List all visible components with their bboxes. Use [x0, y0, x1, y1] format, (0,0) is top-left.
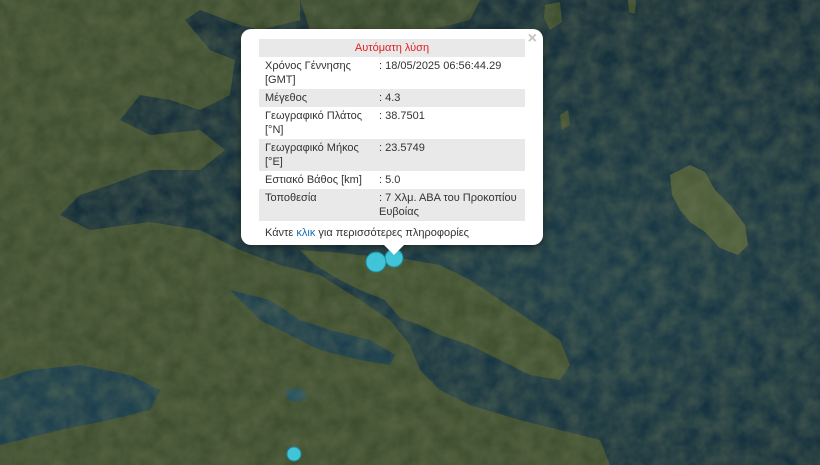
close-icon[interactable]: ×: [528, 31, 537, 47]
earthquake-popup: × Αυτόματη λύση Χρόνος Γέννησης [GMT] : …: [241, 29, 543, 255]
location-value: : 7 Χλμ. ΑΒΑ του Προκοπίου Ευβοίας: [375, 189, 525, 221]
origin-time-value: : 18/05/2025 06:56:44.29: [379, 60, 502, 72]
table-row: Χρόνος Γέννησης [GMT] : 18/05/2025 06:56…: [259, 57, 525, 89]
magnitude-label: Μέγεθος: [259, 89, 375, 107]
popup-pointer: [384, 245, 404, 255]
location-label: Τοποθεσία: [259, 189, 375, 221]
more-info-text: Κάντε κλικ για περισσότερες πληροφορίες: [259, 221, 525, 239]
earthquake-marker[interactable]: [286, 446, 302, 462]
earthquake-info-table: Αυτόματη λύση Χρόνος Γέννησης [GMT] : 18…: [259, 39, 525, 221]
more-info-link[interactable]: κλικ: [296, 227, 315, 239]
earthquake-marker[interactable]: [365, 251, 387, 273]
table-row: Τοποθεσία : 7 Χλμ. ΑΒΑ του Προκοπίου Ευβ…: [259, 189, 525, 221]
table-row: Γεωγραφικό Πλάτος [°N] : 38.7501: [259, 107, 525, 139]
table-row: Εστιακό Βάθος [km] : 5.0: [259, 171, 525, 189]
magnitude-value: : 4.3: [375, 89, 525, 107]
origin-time-label: Χρόνος Γέννησης [GMT]: [265, 60, 351, 86]
latitude-label: Γεωγραφικό Πλάτος [°N]: [265, 110, 363, 136]
table-row: Γεωγραφικό Μήκος [°E] : 23.5749: [259, 139, 525, 171]
popup-title: Αυτόματη λύση: [259, 39, 525, 57]
latitude-value: : 38.7501: [379, 110, 425, 122]
more-info-suffix: για περισσότερες πληροφορίες: [315, 227, 469, 239]
longitude-value: : 23.5749: [375, 139, 525, 171]
popup-title-row: Αυτόματη λύση: [259, 39, 525, 57]
longitude-label: Γεωγραφικό Μήκος [°E]: [259, 139, 375, 171]
depth-label: Εστιακό Βάθος [km]: [265, 174, 362, 186]
more-info-prefix: Κάντε: [265, 227, 297, 239]
depth-value: : 5.0: [379, 174, 401, 186]
table-row: Μέγεθος : 4.3: [259, 89, 525, 107]
